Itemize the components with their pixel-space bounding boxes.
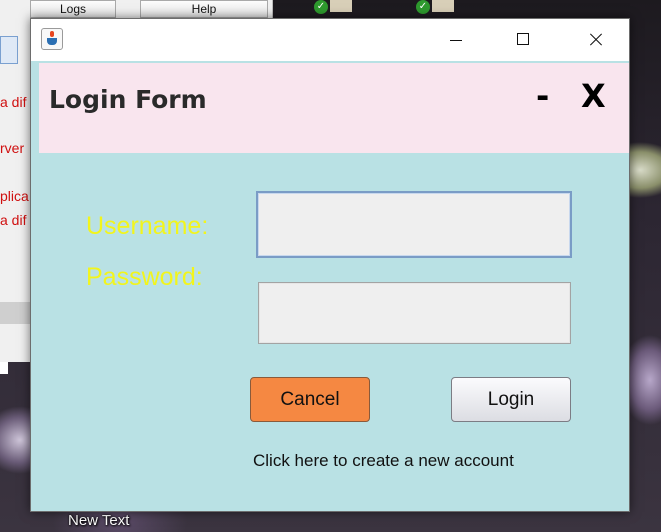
cancel-button[interactable]: Cancel <box>250 377 370 422</box>
login-button[interactable]: Login <box>451 377 571 422</box>
logs-button[interactable]: Logs <box>30 0 116 18</box>
close-icon[interactable] <box>572 19 618 61</box>
log-line: a dif <box>0 212 27 228</box>
password-field[interactable] <box>258 282 571 344</box>
login-window[interactable]: Login Form - X Username: Password: Cance… <box>30 18 630 512</box>
desktop-thumbnail <box>432 0 454 12</box>
header-minimize-button[interactable]: - <box>536 77 549 115</box>
check-badge-icon: ✓ <box>314 0 328 14</box>
desktop-icon-label[interactable]: New Text <box>68 512 129 529</box>
form-content: Login Form - X Username: Password: Cance… <box>31 61 629 511</box>
background-fragment <box>0 362 8 374</box>
create-account-link[interactable]: Click here to create a new account <box>253 451 514 471</box>
password-label: Password: <box>86 263 203 291</box>
username-label: Username: <box>86 212 209 240</box>
desktop-thumbnail <box>330 0 352 12</box>
minimize-icon[interactable] <box>433 19 479 61</box>
help-button[interactable]: Help <box>140 0 268 18</box>
check-badge-icon: ✓ <box>416 0 430 14</box>
java-cup-icon <box>41 28 63 50</box>
side-tab[interactable] <box>0 36 18 64</box>
maximize-icon[interactable] <box>500 19 546 61</box>
username-field[interactable] <box>256 191 572 258</box>
log-line: plica <box>0 188 29 204</box>
page-title: Login Form <box>49 85 207 114</box>
log-line: rver <box>0 140 25 156</box>
title-bar[interactable] <box>31 19 629 61</box>
log-line: a dif <box>0 94 27 110</box>
header-close-button[interactable]: X <box>581 77 606 115</box>
form-header: Login Form - X <box>39 63 629 153</box>
header-left-edge <box>31 63 39 153</box>
